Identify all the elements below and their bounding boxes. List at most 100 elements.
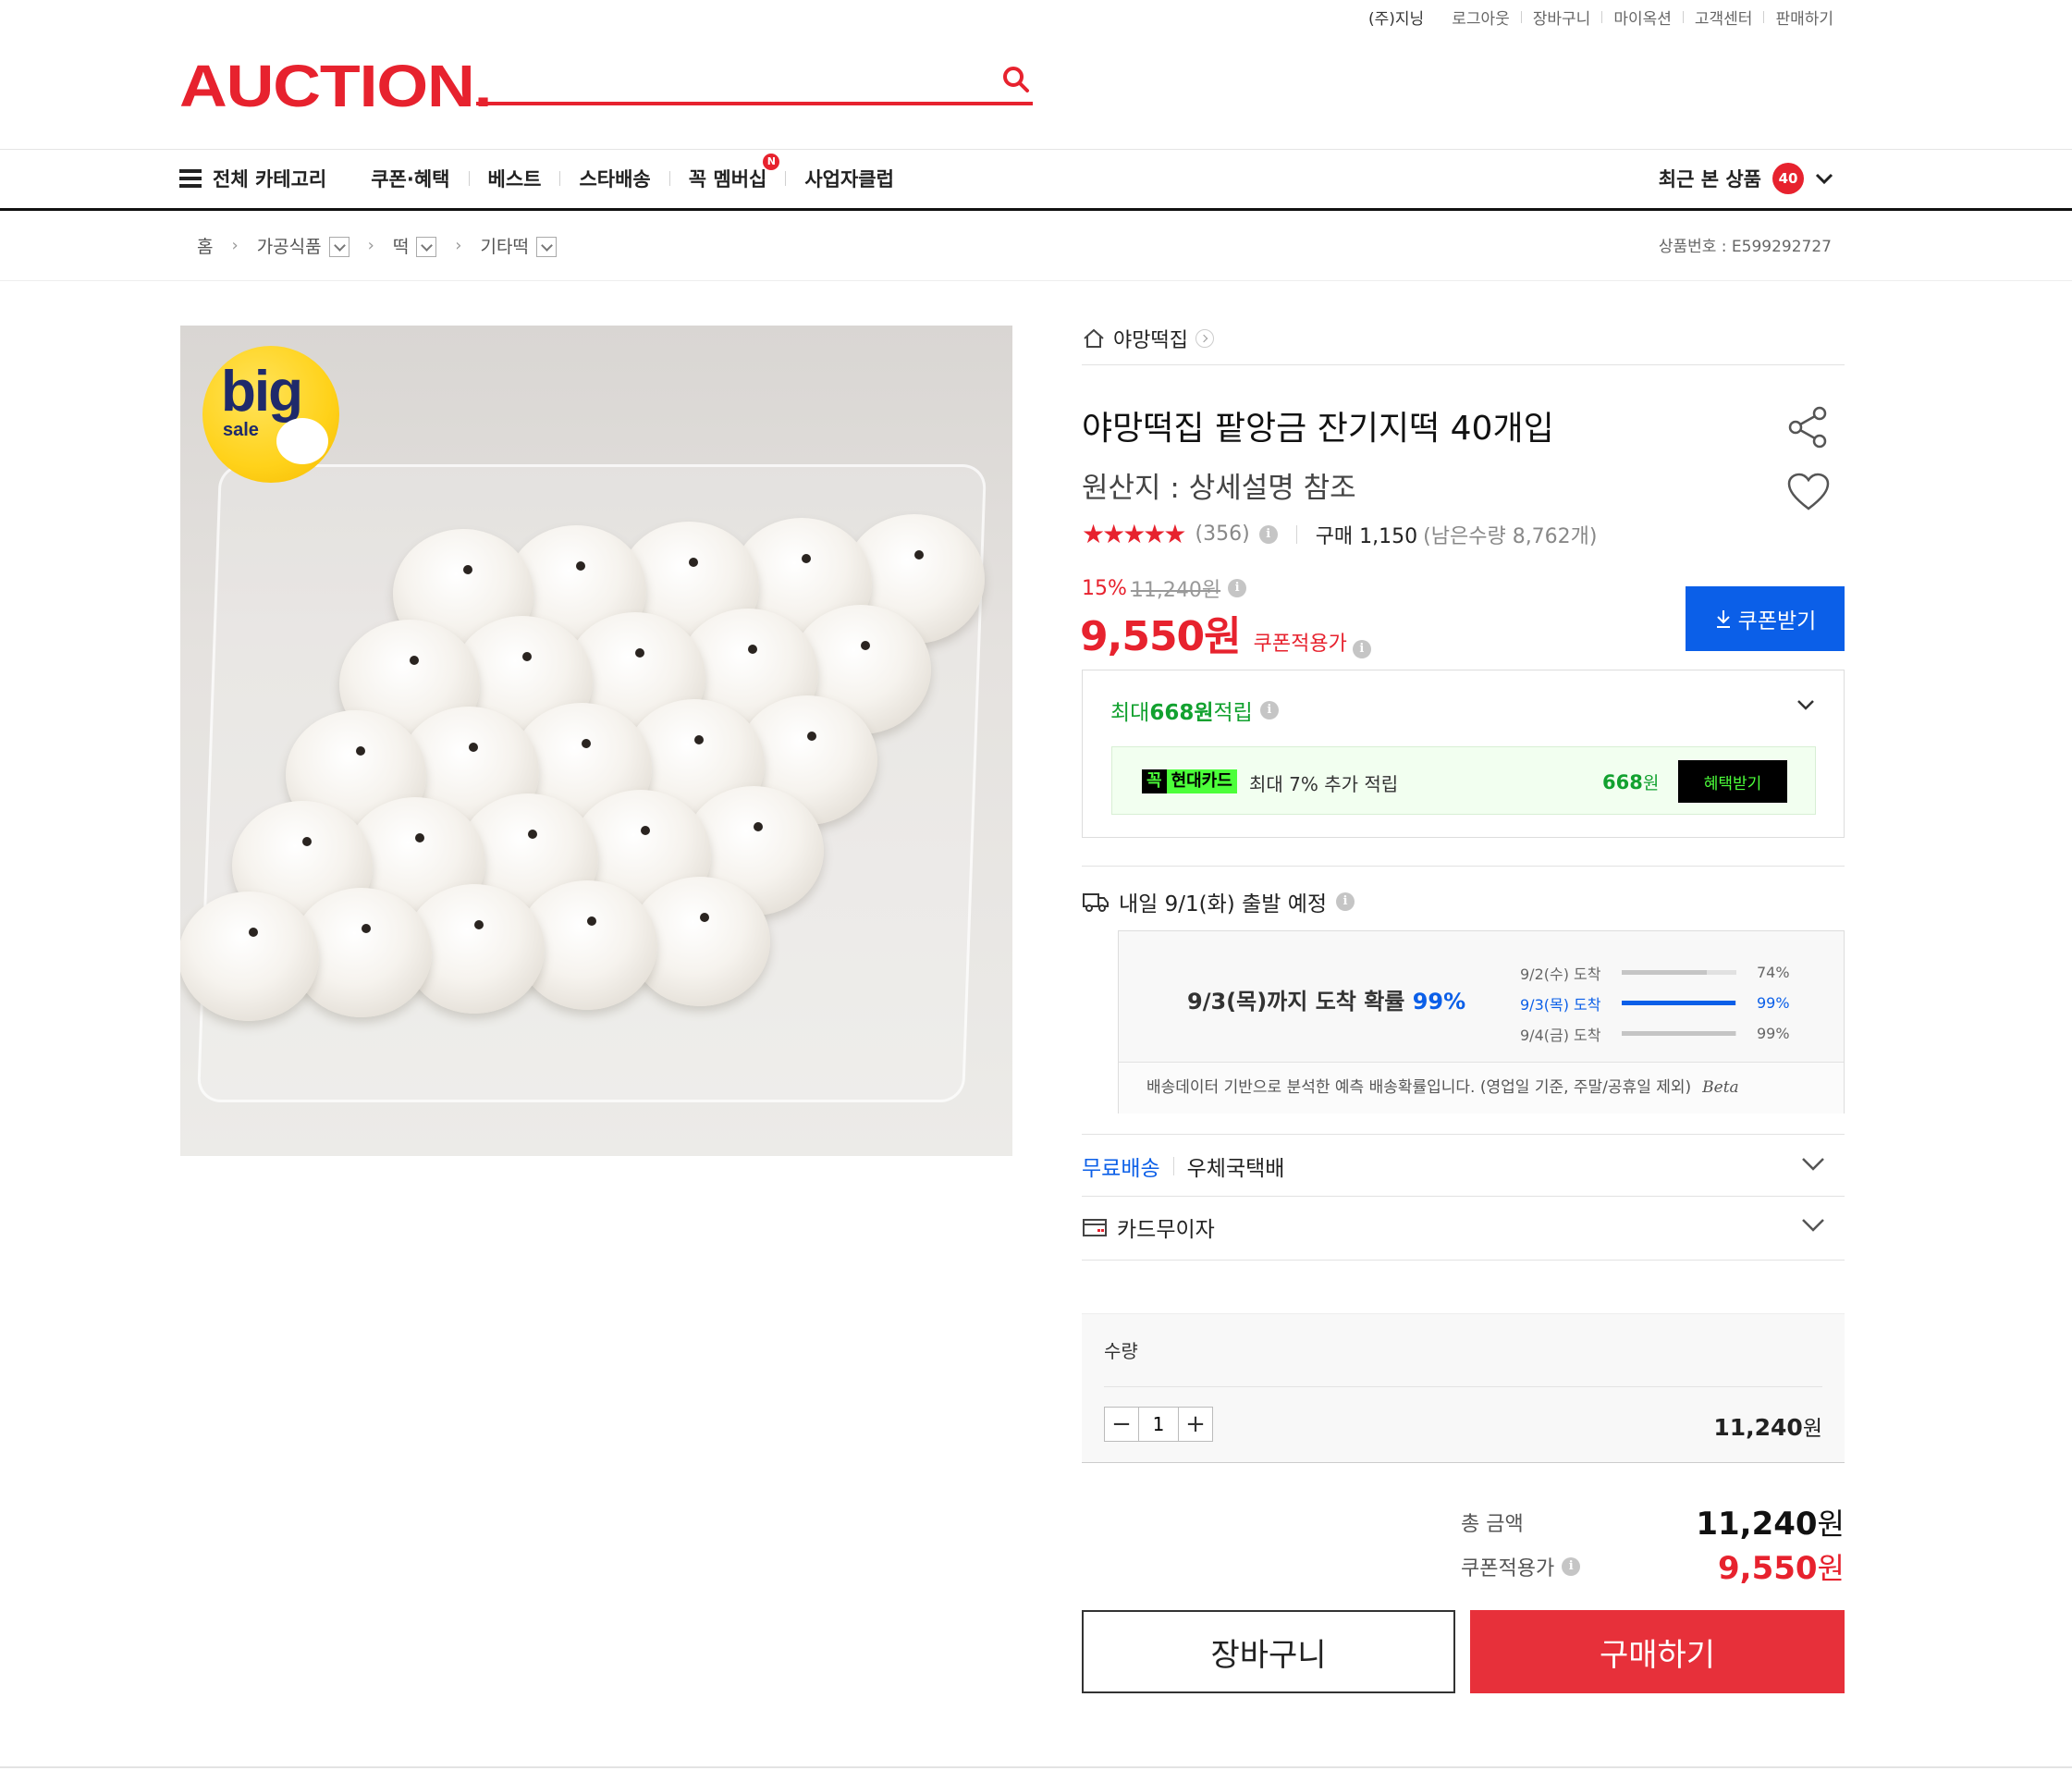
nav-star-delivery[interactable]: 스타배송 xyxy=(579,165,650,192)
all-categories-link[interactable]: 전체 카테고리 xyxy=(213,165,326,192)
search-input[interactable] xyxy=(482,63,981,96)
chevron-down-icon xyxy=(1815,173,1833,185)
heart-icon[interactable] xyxy=(1786,472,1831,516)
shipping-option-row[interactable]: 무료배송 우체국택배 xyxy=(1082,1136,1845,1197)
global-nav: 전체 카테고리 쿠폰·혜택 베스트 스타배송 꼭 멤버십 N 사업자클럽 xyxy=(179,154,894,200)
new-badge: N xyxy=(763,154,780,170)
chevron-down-icon[interactable] xyxy=(1796,698,1816,711)
line-price-unit: 원 xyxy=(1802,1417,1822,1441)
breadcrumb-home[interactable]: 홈 xyxy=(197,233,213,258)
divider xyxy=(785,171,787,186)
chevron-right-icon: › xyxy=(231,235,239,255)
total-summary: 총 금액 11,240원 쿠폰적용가 i 9,550원 xyxy=(1461,1500,1845,1589)
nav-membership-label: 꼭 멤버십 xyxy=(688,168,767,191)
points-head[interactable]: 최대 668원 적립 i xyxy=(1110,695,1279,726)
probability-date: 9/2(수) 도착 xyxy=(1520,965,1601,983)
info-icon[interactable]: i xyxy=(1562,1557,1581,1576)
nav-membership[interactable]: 꼭 멤버십 N xyxy=(688,154,780,192)
coupon-download-button[interactable]: 쿠폰받기 xyxy=(1686,586,1845,651)
customer-center-link[interactable]: 고객센터 xyxy=(1695,6,1753,29)
menu-icon[interactable] xyxy=(179,169,202,188)
buy-now-button[interactable]: 구매하기 xyxy=(1470,1610,1845,1693)
breadcrumb: 홈 › 가공식품 › 떡 › 기타떡 xyxy=(197,231,557,259)
add-to-cart-button[interactable]: 장바구니 xyxy=(1082,1610,1455,1693)
search-bar xyxy=(476,55,1033,105)
divider xyxy=(0,280,2072,281)
probability-bars: 9/2(수) 도착 74% 9/3(목) 도착 99% 9/4(금) 도착 99… xyxy=(1520,957,1790,1049)
divider xyxy=(1082,1260,1845,1261)
probability-percent: 99% xyxy=(1757,994,1790,1012)
info-icon[interactable]: i xyxy=(1259,701,1279,719)
review-count[interactable]: (356) xyxy=(1195,523,1250,546)
arrival-probability: 9/3(목)까지 도착 확률 99% xyxy=(1187,983,1465,1015)
seller-name: 야망떡집 xyxy=(1113,329,1188,352)
beta-label: Beta xyxy=(1702,1078,1739,1097)
cart-link[interactable]: 장바구니 xyxy=(1533,6,1591,29)
sell-link[interactable]: 판매하기 xyxy=(1775,6,1833,29)
quantity-box: 수량 − + 11,240원 xyxy=(1082,1313,1845,1463)
user-name[interactable]: (주)지닝 xyxy=(1368,6,1424,29)
dropdown-toggle[interactable] xyxy=(535,237,557,257)
recent-products[interactable]: 최근 본 상품 40 xyxy=(1659,163,1833,194)
divider xyxy=(0,149,2072,150)
info-icon[interactable]: i xyxy=(1258,524,1278,544)
divider xyxy=(668,171,670,186)
dropdown-toggle[interactable] xyxy=(328,237,349,257)
divider xyxy=(1082,364,1845,365)
points-box: 최대 668원 적립 i 꼭 현대카드 최대 7% 추가 적립 668원 혜택받… xyxy=(1082,670,1845,838)
increase-button[interactable]: + xyxy=(1179,1408,1212,1441)
divider xyxy=(1172,1157,1174,1175)
coupon-total-unit: 원 xyxy=(1817,1551,1845,1586)
quantity-input[interactable] xyxy=(1138,1408,1179,1441)
info-icon[interactable]: i xyxy=(1352,640,1371,658)
auction-logo[interactable]: AUCTION. xyxy=(179,54,493,118)
logout-link[interactable]: 로그아웃 xyxy=(1452,6,1510,29)
coupon-total-row: 쿠폰적용가 i 9,550원 xyxy=(1461,1544,1845,1589)
divider xyxy=(1104,1386,1822,1387)
card-icon xyxy=(1083,1219,1107,1236)
nav-coupon-benefit[interactable]: 쿠폰·혜택 xyxy=(371,165,449,192)
product-number: 상품번호 : E599292727 xyxy=(1658,238,1832,256)
probability-fill xyxy=(1622,970,1707,975)
get-benefit-button[interactable]: 혜택받기 xyxy=(1678,760,1787,803)
product-image[interactable]: big sale xyxy=(180,326,1012,1156)
info-icon[interactable]: i xyxy=(1228,579,1247,597)
breadcrumb-level-2[interactable]: 떡 xyxy=(393,233,409,258)
my-auction-link[interactable]: 마이옥션 xyxy=(1613,6,1672,29)
probability-row: 9/4(금) 도착 99% xyxy=(1520,1018,1790,1049)
seller-link[interactable]: 야망떡집 xyxy=(1082,324,1214,353)
breadcrumb-level-1[interactable]: 가공식품 xyxy=(257,233,322,258)
purchase-count: 구매 1,150 xyxy=(1315,524,1418,548)
probability-row: 9/2(수) 도착 74% xyxy=(1520,957,1790,988)
probability-percent: 74% xyxy=(1757,964,1790,981)
nav-business-club[interactable]: 사업자클럽 xyxy=(804,165,894,192)
carrier-name: 우체국택배 xyxy=(1186,1157,1285,1181)
breadcrumb-level-3[interactable]: 기타떡 xyxy=(481,233,529,258)
info-icon[interactable]: i xyxy=(1336,892,1355,911)
divider xyxy=(0,208,2072,211)
probability-date: 9/4(금) 도착 xyxy=(1520,1026,1601,1044)
card-benefit-text: 최대 7% 추가 적립 xyxy=(1249,773,1399,795)
divider xyxy=(468,171,470,186)
divider xyxy=(559,171,561,186)
hyundai-card-logo: 꼭 현대카드 xyxy=(1142,769,1237,793)
installment-row[interactable]: 카드무이자 xyxy=(1082,1197,1845,1258)
installment-label: 카드무이자 xyxy=(1117,1218,1215,1242)
coupon-price-label: 쿠폰적용가 xyxy=(1253,633,1347,656)
divider xyxy=(1763,11,1765,23)
home-icon xyxy=(1084,328,1104,348)
product-origin: 원산지 : 상세설명 참조 xyxy=(1082,472,1356,505)
share-icon[interactable] xyxy=(1786,405,1831,453)
search-icon[interactable] xyxy=(999,63,1033,96)
dropdown-toggle[interactable] xyxy=(416,237,437,257)
rabbit-icon xyxy=(276,418,328,464)
chevron-right-icon xyxy=(1195,329,1214,348)
probability-fill xyxy=(1622,1031,1735,1036)
decrease-button[interactable]: − xyxy=(1105,1408,1138,1441)
probability-fill xyxy=(1622,1001,1735,1005)
divider xyxy=(1682,11,1684,23)
nav-best[interactable]: 베스트 xyxy=(488,165,542,192)
discount-percent: 15% xyxy=(1082,576,1127,600)
truck-icon xyxy=(1083,893,1109,912)
utility-links: (주)지닝 로그아웃 장바구니 마이옥션 고객센터 판매하기 xyxy=(1368,6,1833,29)
